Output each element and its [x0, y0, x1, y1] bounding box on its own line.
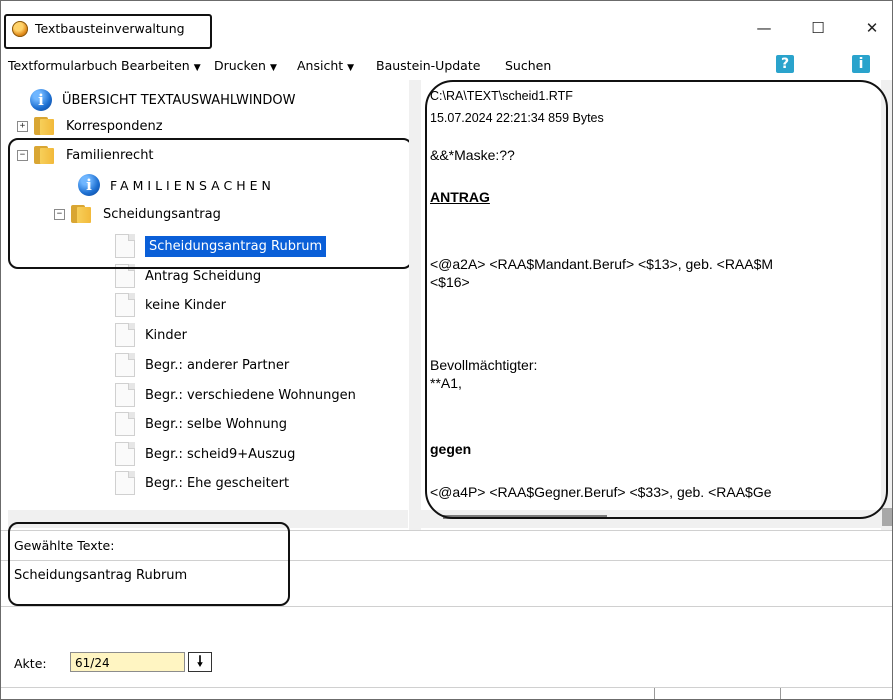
tree-item-uebersicht[interactable]: i ÜBERSICHT TEXTAUSWAHLWINDOW	[30, 89, 296, 111]
menu-label: Bearbeiten	[121, 58, 190, 73]
dropdown-arrow-icon: ▼	[269, 63, 277, 73]
menu-label: Drucken	[214, 58, 266, 73]
dropdown-arrow-icon: ▼	[193, 63, 201, 73]
close-button[interactable]: ✕	[852, 14, 892, 42]
document-icon	[115, 442, 135, 466]
menu-label: Textformularbuch	[8, 58, 118, 73]
menu-label: Suchen	[505, 58, 552, 73]
minimize-button[interactable]: —	[744, 14, 784, 42]
document-icon	[115, 383, 135, 407]
menu-suchen[interactable]: Suchen	[505, 58, 551, 73]
akte-lookup-button[interactable]: 🠗	[188, 652, 212, 672]
menu-baustein-update[interactable]: Baustein-Update	[376, 58, 480, 73]
akte-label: Akte:	[14, 656, 47, 671]
menu-label: Baustein-Update	[376, 58, 481, 73]
highlight-outline-tree	[8, 138, 413, 269]
document-icon	[115, 471, 135, 495]
info-button[interactable]: i	[852, 55, 870, 73]
tree-item-anderer-partner[interactable]: Begr.: anderer Partner	[115, 353, 289, 377]
panel-splitter[interactable]	[409, 80, 421, 530]
document-icon	[115, 293, 135, 317]
menu-textformularbuch[interactable]: Textformularbuch	[8, 58, 117, 73]
expand-icon[interactable]: +	[17, 120, 28, 132]
info-icon: i	[30, 89, 52, 111]
tree-item-selbe-wohnung[interactable]: Begr.: selbe Wohnung	[115, 412, 287, 436]
menu-label: Ansicht	[297, 58, 344, 73]
highlight-outline-preview	[425, 80, 888, 519]
folder-icon	[34, 117, 56, 135]
divider	[0, 606, 893, 607]
dropdown-arrow-icon: ▼	[347, 63, 355, 73]
akte-field[interactable]: 61/24	[70, 652, 185, 672]
tree-item-keine-kinder[interactable]: keine Kinder	[115, 293, 226, 317]
tree-item-verschiedene-wohnungen[interactable]: Begr.: verschiedene Wohnungen	[115, 383, 356, 407]
help-button[interactable]: ?	[776, 55, 794, 73]
highlight-outline-selection	[8, 522, 290, 606]
title-focus-outline	[4, 14, 212, 49]
document-icon	[115, 412, 135, 436]
preview-vertical-scrollbar-thumb[interactable]	[882, 508, 892, 526]
menu-bearbeiten[interactable]: Bearbeiten ▼	[121, 58, 201, 73]
document-icon	[115, 353, 135, 377]
cancel-button[interactable]	[780, 688, 893, 700]
maximize-button[interactable]: ☐	[798, 14, 838, 42]
ok-button[interactable]	[654, 688, 781, 700]
tree-item-ehe-gescheitert[interactable]: Begr.: Ehe gescheitert	[115, 471, 289, 495]
menu-ansicht[interactable]: Ansicht ▼	[297, 58, 354, 73]
tree-item-korrespondenz[interactable]: + Korrespondenz	[17, 117, 163, 135]
tree-item-scheid9-auszug[interactable]: Begr.: scheid9+Auszug	[115, 442, 295, 466]
document-icon	[115, 323, 135, 347]
menu-drucken[interactable]: Drucken ▼	[214, 58, 277, 73]
tree-item-kinder[interactable]: Kinder	[115, 323, 187, 347]
